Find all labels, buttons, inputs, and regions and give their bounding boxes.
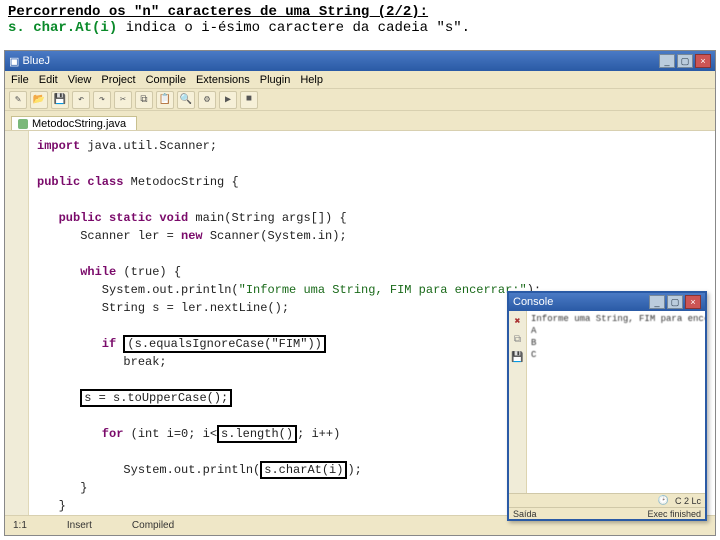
window-title: BlueJ — [22, 55, 50, 67]
console-copy-icon[interactable]: ⧉ — [511, 333, 525, 347]
console-window[interactable]: Console _ ▢ × ✖ ⧉ 💾 Informe uma String, … — [507, 291, 707, 521]
console-titlebar[interactable]: Console _ ▢ × — [509, 293, 705, 311]
menu-extensions[interactable]: Extensions — [196, 74, 250, 86]
boxed-equalsignorecase: (s.equalsIgnoreCase("FIM")) — [123, 335, 325, 353]
subtitle-rest: indica o i-ésimo caractere da cadeia "s"… — [117, 20, 470, 36]
code-text: } — [37, 481, 87, 495]
kw-new: new — [181, 229, 203, 243]
toolbar: ✎ 📂 💾 ↶ ↷ ✂ ⧉ 📋 🔍 ⚙ ▶ ■ — [5, 89, 715, 111]
find-icon[interactable]: 🔍 — [177, 91, 195, 109]
paste-icon[interactable]: 📋 — [156, 91, 174, 109]
status-position: 1:1 — [13, 520, 27, 531]
console-close-button[interactable]: × — [685, 295, 701, 309]
console-title: Console — [513, 296, 553, 308]
slide-title: Percorrendo os "n" caracteres de uma Str… — [8, 4, 712, 20]
code-text: Scanner(System.in); — [203, 229, 347, 243]
minimize-button[interactable]: _ — [659, 54, 675, 68]
boxed-touppercase: s = s.toUpperCase(); — [80, 389, 232, 407]
maximize-button[interactable]: ▢ — [677, 54, 693, 68]
file-tab-label: MetodocString.java — [32, 118, 126, 130]
code-text: ; i++) — [297, 427, 340, 441]
copy-icon[interactable]: ⧉ — [135, 91, 153, 109]
menu-help[interactable]: Help — [300, 74, 323, 86]
status-mode: Insert — [67, 520, 92, 531]
console-status-right: C 2 Lc — [675, 496, 701, 506]
status-compile: Compiled — [132, 520, 174, 531]
console-minimize-button[interactable]: _ — [649, 295, 665, 309]
console-tab-output[interactable]: Saída — [513, 509, 537, 519]
subtitle-emphasis: s. char.At(i) — [8, 20, 117, 36]
file-tab-icon — [18, 119, 28, 129]
menu-project[interactable]: Project — [101, 74, 135, 86]
console-status-exec: Exec finished — [647, 509, 701, 519]
menu-compile[interactable]: Compile — [146, 74, 186, 86]
code-text: Scanner ler = — [37, 229, 181, 243]
cut-icon[interactable]: ✂ — [114, 91, 132, 109]
kw-static-void: public static void — [37, 211, 188, 225]
clock-icon: 🕑 — [658, 495, 669, 506]
code-text: break; — [37, 355, 167, 369]
redo-icon[interactable]: ↷ — [93, 91, 111, 109]
code-text: java.util.Scanner; — [80, 139, 217, 153]
save-icon[interactable]: 💾 — [51, 91, 69, 109]
ide-titlebar[interactable]: ▣ BlueJ _ ▢ × — [5, 51, 715, 71]
open-icon[interactable]: 📂 — [30, 91, 48, 109]
gutter — [5, 131, 29, 515]
menu-edit[interactable]: Edit — [39, 74, 58, 86]
boxed-length: s.length() — [217, 425, 297, 443]
close-button[interactable]: × — [695, 54, 711, 68]
ide-window: ▣ BlueJ _ ▢ × File Edit View Project Com… — [4, 50, 716, 536]
string-literal: "Informe uma String, FIM para encerrar:" — [239, 283, 527, 297]
code-text: (int i=0; i< — [123, 427, 217, 441]
code-text: ); — [347, 463, 361, 477]
undo-icon[interactable]: ↶ — [72, 91, 90, 109]
menu-bar: File Edit View Project Compile Extension… — [5, 71, 715, 89]
kw-for: for — [37, 427, 123, 441]
run-icon[interactable]: ▶ — [219, 91, 237, 109]
kw-import: import — [37, 139, 80, 153]
console-maximize-button[interactable]: ▢ — [667, 295, 683, 309]
console-statusbar: 🕑 C 2 Lc Saída Exec finished — [509, 493, 705, 519]
console-clear-icon[interactable]: ✖ — [511, 315, 525, 329]
tab-bar: MetodocString.java — [5, 111, 715, 131]
code-text: (true) { — [116, 265, 181, 279]
code-text: System.out.println( — [37, 463, 260, 477]
code-text: System.out.println( — [37, 283, 239, 297]
file-tab[interactable]: MetodocString.java — [11, 116, 137, 130]
menu-file[interactable]: File — [11, 74, 29, 86]
code-text: main(String args[]) { — [188, 211, 346, 225]
menu-view[interactable]: View — [68, 74, 92, 86]
console-sidebar: ✖ ⧉ 💾 — [509, 311, 527, 493]
compile-icon[interactable]: ⚙ — [198, 91, 216, 109]
boxed-charat: s.charAt(i) — [260, 461, 347, 479]
code-text: String s = ler.nextLine(); — [37, 301, 289, 315]
slide-subtitle: s. char.At(i) indica o i-ésimo caractere… — [8, 20, 712, 36]
kw-while: while — [37, 265, 116, 279]
kw-public-class: public class — [37, 175, 123, 189]
console-output[interactable]: Informe uma String, FIM para encerrar: A… — [527, 311, 705, 493]
console-save-icon[interactable]: 💾 — [511, 351, 525, 365]
new-icon[interactable]: ✎ — [9, 91, 27, 109]
code-text: MetodocString { — [123, 175, 238, 189]
kw-if: if — [37, 337, 116, 351]
stop-icon[interactable]: ■ — [240, 91, 258, 109]
window-icon: ▣ — [9, 55, 19, 68]
menu-plugin[interactable]: Plugin — [260, 74, 291, 86]
code-text: } — [37, 499, 66, 513]
console-body: ✖ ⧉ 💾 Informe uma String, FIM para encer… — [509, 311, 705, 493]
